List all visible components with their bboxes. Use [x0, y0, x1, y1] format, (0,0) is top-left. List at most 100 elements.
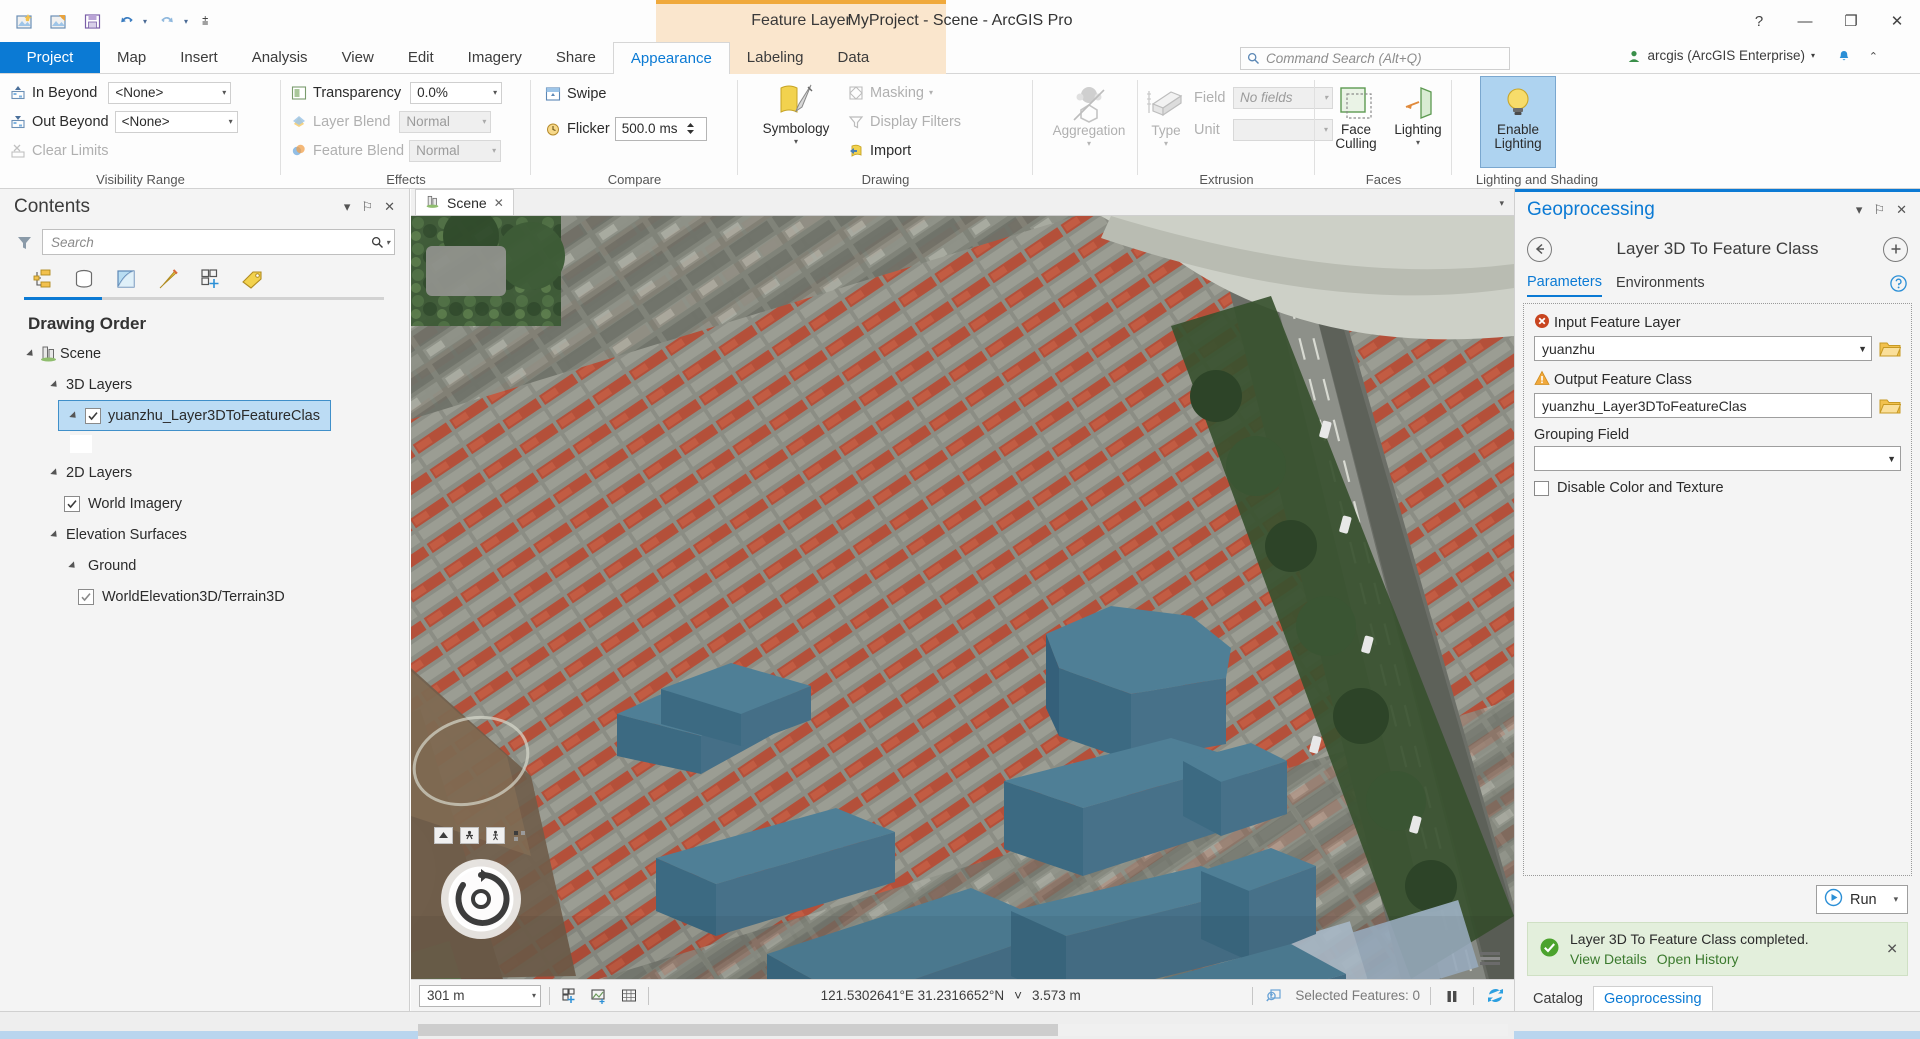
navigator-compass[interactable] — [441, 859, 521, 939]
flicker-row[interactable]: Flicker 500.0 ms — [543, 114, 707, 143]
dismiss-message-icon[interactable]: ✕ — [1886, 941, 1898, 958]
symbology-button[interactable]: Symbology ▾ — [756, 76, 836, 146]
close-button[interactable]: ✕ — [1874, 0, 1920, 42]
view-tab-close-icon[interactable]: ✕ — [494, 196, 504, 210]
list-by-snapping-icon[interactable] — [196, 265, 224, 293]
walk-mode-icon[interactable] — [460, 827, 479, 844]
map-canvas[interactable] — [411, 216, 1514, 979]
new-project-icon[interactable] — [10, 7, 38, 35]
help-button[interactable]: ? — [1736, 0, 1782, 42]
tab-catalog[interactable]: Catalog — [1523, 986, 1593, 1011]
gp-close-icon[interactable]: ✕ — [1896, 202, 1907, 218]
flicker-spinner[interactable]: 500.0 ms — [614, 116, 707, 141]
output-feature-class-browse-icon[interactable] — [1879, 396, 1902, 415]
scale-properties-icon[interactable] — [588, 985, 610, 1007]
list-by-drawing-order-icon[interactable] — [28, 265, 56, 293]
transparency-row[interactable]: Transparency 0.0% ▾ — [289, 78, 503, 107]
transparency-combo[interactable]: 0.0% ▾ — [410, 81, 503, 104]
expander-icon[interactable] — [46, 467, 60, 478]
tree-item-world-imagery[interactable]: World Imagery — [8, 488, 409, 519]
redo-dropdown-caret[interactable]: ▾ — [184, 17, 188, 26]
flicker-spin-arrows[interactable] — [686, 122, 695, 135]
tab-project[interactable]: Project — [0, 42, 100, 73]
tab-data[interactable]: Data — [821, 42, 887, 73]
tab-edit[interactable]: Edit — [391, 42, 451, 73]
minimize-button[interactable]: — — [1782, 0, 1828, 42]
tab-geoprocessing[interactable]: Geoprocessing — [1592, 986, 1713, 1011]
person-icon[interactable] — [486, 827, 505, 844]
expander-icon[interactable] — [64, 560, 78, 571]
tab-analysis[interactable]: Analysis — [235, 42, 325, 73]
tab-map[interactable]: Map — [100, 42, 163, 73]
tree-item-3d-layers[interactable]: 3D Layers — [8, 369, 409, 400]
tab-appearance[interactable]: Appearance — [612, 42, 730, 74]
pause-drawing-icon[interactable] — [1441, 985, 1463, 1007]
bell-icon[interactable] — [1836, 49, 1852, 69]
list-by-editing-icon[interactable] — [154, 265, 182, 293]
face-culling-button[interactable]: Face Culling — [1321, 77, 1391, 151]
list-by-labeling-icon[interactable] — [238, 265, 266, 293]
chevron-down-icon[interactable]: ▾ — [1499, 198, 1504, 209]
tab-environments[interactable]: Environments — [1616, 275, 1705, 296]
disable-color-and-texture-checkbox[interactable] — [1534, 480, 1549, 496]
contents-pin-icon[interactable]: ⚐ — [361, 199, 373, 215]
expander-icon[interactable] — [22, 348, 36, 359]
world-imagery-checkbox[interactable] — [64, 495, 80, 512]
contents-close-icon[interactable]: ✕ — [384, 199, 395, 215]
contents-menu-icon[interactable]: ▾ — [344, 199, 351, 215]
maximize-button[interactable]: ❐ — [1828, 0, 1874, 42]
view-details-link[interactable]: View Details — [1570, 951, 1647, 967]
chevron-down-icon[interactable]: ▼ — [1887, 454, 1896, 464]
expander-icon[interactable] — [46, 529, 60, 540]
tree-item-worldelevation3d-terrain3d[interactable]: WorldElevation3D/Terrain3D — [8, 581, 409, 612]
select-features-icon[interactable] — [1263, 985, 1285, 1007]
back-arrow-icon[interactable] — [1527, 236, 1552, 262]
map-scale-combo[interactable]: 301 m ▾ — [419, 984, 541, 1007]
add-scale-icon[interactable] — [558, 985, 580, 1007]
grid-icon[interactable] — [618, 985, 640, 1007]
grouping-field-input[interactable]: ▼ — [1534, 446, 1901, 471]
tab-insert[interactable]: Insert — [163, 42, 235, 73]
gp-pin-icon[interactable]: ⚐ — [1873, 202, 1885, 218]
tab-imagery[interactable]: Imagery — [451, 42, 539, 73]
list-by-selection-icon[interactable] — [112, 265, 140, 293]
run-dropdown-caret[interactable]: ▾ — [1894, 894, 1899, 905]
open-history-link[interactable]: Open History — [1657, 951, 1739, 967]
tree-item-elevation-surfaces[interactable]: Elevation Surfaces — [8, 519, 409, 550]
swipe-row[interactable]: Swipe — [543, 79, 707, 108]
plus-circle-icon[interactable] — [1883, 236, 1908, 262]
import-row[interactable]: Import — [846, 136, 961, 165]
open-project-icon[interactable] — [44, 7, 72, 35]
basemap-icon[interactable] — [1478, 948, 1500, 967]
expander-icon[interactable] — [46, 379, 60, 390]
input-feature-layer-browse-icon[interactable] — [1879, 339, 1902, 358]
funnel-icon[interactable] — [14, 232, 34, 252]
enable-lighting-button[interactable]: Enable Lighting — [1480, 76, 1556, 168]
tab-view[interactable]: View — [325, 42, 391, 73]
tab-share[interactable]: Share — [539, 42, 613, 73]
horizontal-scrollbar[interactable] — [418, 1024, 1508, 1036]
layer-visibility-checkbox[interactable] — [85, 407, 101, 424]
full-control-icon[interactable] — [512, 829, 528, 843]
undo-dropdown-caret[interactable]: ▾ — [143, 17, 147, 26]
chevron-down-icon[interactable]: ▼ — [1858, 344, 1867, 354]
tree-item-yuanzhu-layer3dtofeatureclas[interactable]: yuanzhu_Layer3DToFeatureClas — [58, 400, 331, 431]
in-beyond-row[interactable]: In Beyond <None> ▾ — [8, 78, 238, 107]
refresh-icon[interactable] — [1484, 985, 1506, 1007]
undo-icon[interactable] — [112, 7, 140, 35]
list-by-data-source-icon[interactable] — [70, 265, 98, 293]
disable-color-and-texture-row[interactable]: Disable Color and Texture — [1534, 480, 1901, 496]
chevron-up-icon[interactable]: ⌃ — [1869, 50, 1878, 63]
command-search-input[interactable]: Command Search (Alt+Q) — [1240, 47, 1510, 70]
help-circle-icon[interactable] — [1889, 274, 1908, 297]
customize-qat-icon[interactable]: ⩲ — [202, 15, 208, 28]
tree-item-ground[interactable]: Ground — [8, 550, 409, 581]
view-tab-scene[interactable]: Scene ✕ — [415, 189, 514, 215]
search-input[interactable]: Search ▾ — [42, 229, 395, 255]
tab-labeling[interactable]: Labeling — [730, 42, 821, 73]
coordinate-format-caret[interactable]: ˅ — [1014, 988, 1022, 1003]
pan-up-icon[interactable] — [434, 827, 453, 844]
search-caret[interactable]: ▾ — [386, 238, 390, 247]
gp-menu-icon[interactable]: ▾ — [1856, 202, 1863, 218]
redo-icon[interactable] — [153, 7, 181, 35]
